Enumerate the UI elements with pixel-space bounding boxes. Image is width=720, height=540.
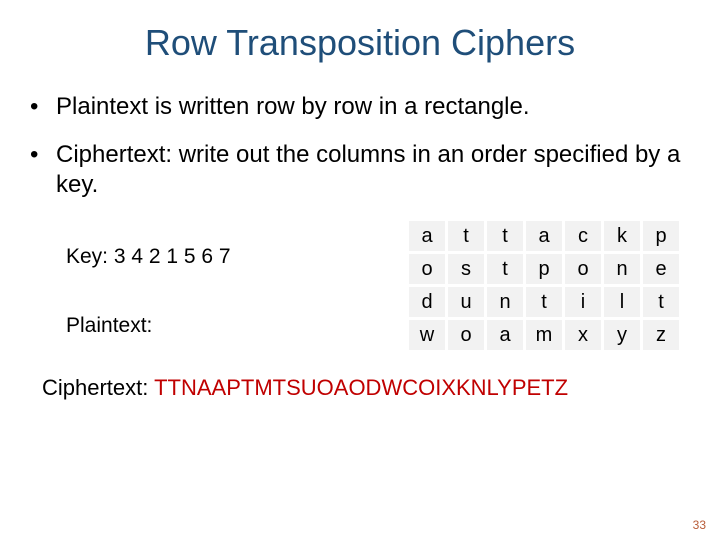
bullet-list: • Plaintext is written row by row in a r… [30, 92, 690, 200]
grid-wrap: a t t a c k p o s t p o n e [406, 218, 690, 353]
left-column: Key: 3 4 2 1 5 6 7 Plaintext: [30, 218, 406, 338]
grid-cell: l [604, 287, 640, 317]
grid-cell: e [643, 254, 679, 284]
slide: Row Transposition Ciphers • Plaintext is… [0, 0, 720, 540]
page-number: 33 [693, 518, 706, 532]
grid-cell: n [604, 254, 640, 284]
grid-cell: p [526, 254, 562, 284]
slide-title: Row Transposition Ciphers [30, 22, 690, 64]
bullet-2-text: Ciphertext: write out the columns in an … [56, 140, 690, 200]
grid-cell: t [448, 221, 484, 251]
ciphertext-value: TTNAAPTMTSUOAODWCOIXKNLYPETZ [154, 375, 568, 400]
grid-cell: i [565, 287, 601, 317]
grid-cell: m [526, 320, 562, 350]
grid-cell: t [526, 287, 562, 317]
bullet-2: • Ciphertext: write out the columns in a… [30, 140, 690, 200]
table-row: w o a m x y z [409, 320, 679, 350]
grid-cell: t [643, 287, 679, 317]
grid-cell: x [565, 320, 601, 350]
bullet-1: • Plaintext is written row by row in a r… [30, 92, 690, 122]
grid-cell: p [643, 221, 679, 251]
grid-cell: w [409, 320, 445, 350]
table-row: d u n t i l t [409, 287, 679, 317]
grid-cell: o [448, 320, 484, 350]
plaintext-grid: a t t a c k p o s t p o n e [406, 218, 682, 353]
table-row: o s t p o n e [409, 254, 679, 284]
key-label: Key: 3 4 2 1 5 6 7 [66, 244, 406, 269]
ciphertext-line: Ciphertext: TTNAAPTMTSUOAODWCOIXKNLYPETZ [30, 375, 690, 401]
bullet-dot-icon: • [30, 140, 56, 170]
grid-cell: z [643, 320, 679, 350]
grid-cell: a [487, 320, 523, 350]
grid-cell: d [409, 287, 445, 317]
plaintext-label: Plaintext: [66, 313, 406, 338]
grid-cell: a [526, 221, 562, 251]
table-row: a t t a c k p [409, 221, 679, 251]
bullet-dot-icon: • [30, 92, 56, 122]
grid-cell: s [448, 254, 484, 284]
content-row: Key: 3 4 2 1 5 6 7 Plaintext: a t t a c … [30, 218, 690, 353]
grid-cell: t [487, 254, 523, 284]
grid-cell: c [565, 221, 601, 251]
grid-cell: k [604, 221, 640, 251]
grid-cell: n [487, 287, 523, 317]
grid-cell: o [565, 254, 601, 284]
grid-cell: y [604, 320, 640, 350]
bullet-1-text: Plaintext is written row by row in a rec… [56, 92, 690, 122]
grid-cell: t [487, 221, 523, 251]
ciphertext-label: Ciphertext: [42, 375, 154, 400]
grid-cell: a [409, 221, 445, 251]
grid-cell: o [409, 254, 445, 284]
grid-cell: u [448, 287, 484, 317]
